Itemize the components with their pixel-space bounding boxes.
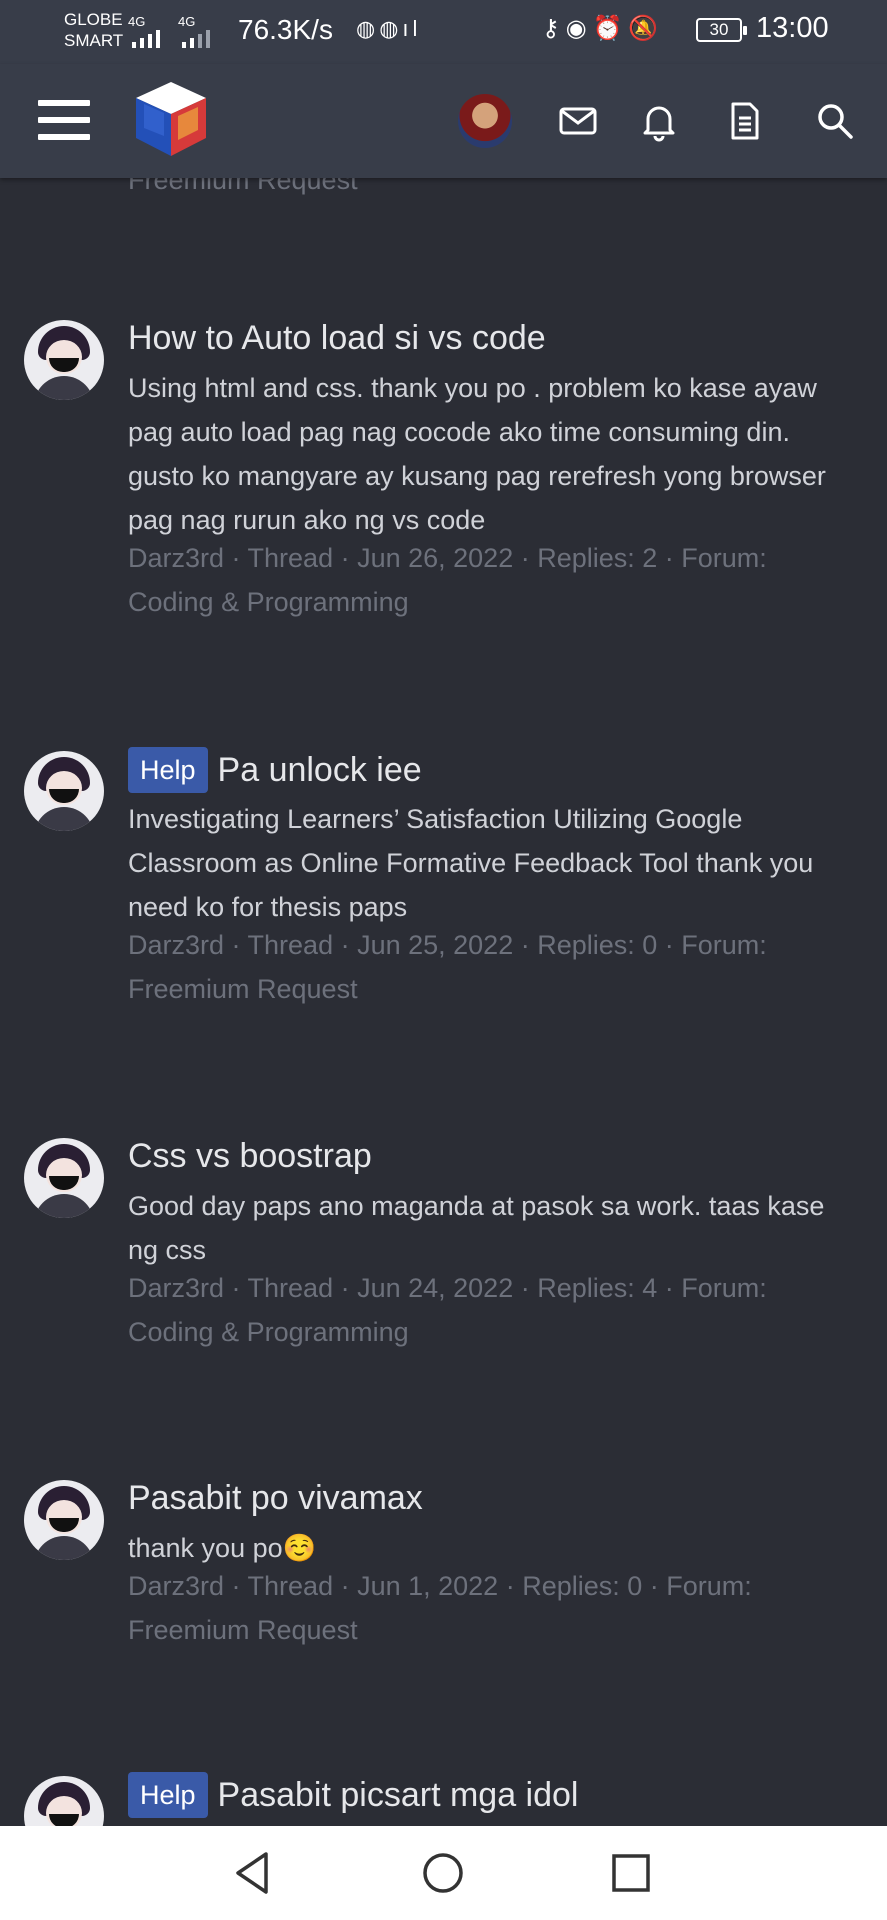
signal-bars-1-icon (132, 30, 160, 48)
system-icons: ⚷◉⏰🔕 (542, 14, 664, 43)
home-icon[interactable] (418, 1848, 468, 1898)
thread-list: Freemium Request How to Auto load si vs … (0, 178, 887, 1826)
search-icon[interactable] (812, 98, 858, 144)
alarm-icon: ⏰ (592, 15, 629, 42)
recents-icon[interactable] (606, 1848, 656, 1898)
mute-bell-icon: 🔕 (628, 15, 665, 42)
hamburger-icon[interactable] (38, 100, 90, 140)
thread-meta: Darz3rd · Thread · Jun 24, 2022 · Replie… (128, 1273, 767, 1347)
signal-2-label: 4G (178, 14, 196, 29)
thread-snippet[interactable]: Good day paps ano maganda at pasok sa wo… (128, 1184, 848, 1272)
chat-bubble-icon: ◍ (379, 16, 403, 41)
signal-1-label: 4G (128, 14, 146, 29)
signal-bars-2-icon (182, 30, 210, 48)
partial-thread-meta: Freemium Request (128, 178, 358, 195)
network-speed: 76.3K/s (238, 14, 333, 45)
thread-title[interactable]: Css vs boostrap (128, 1136, 372, 1176)
clock: 13:00 (756, 12, 829, 44)
thread-snippet[interactable]: Investigating Learners’ Satisfaction Uti… (128, 797, 848, 929)
chat-bubble-icon: ◍ (356, 16, 380, 41)
status-bar: GLOBE SMART 4G 4G 76.3K/s ◍◍ıl ⚷◉⏰🔕 30 1… (0, 0, 887, 64)
notification-icons: ◍◍ıl (356, 16, 421, 42)
wifi-signal-icon: ıl (402, 16, 422, 41)
avatar[interactable] (24, 1138, 104, 1218)
avatar[interactable] (24, 320, 104, 400)
app-header (0, 64, 887, 178)
avatar[interactable] (24, 1776, 104, 1826)
thread-snippet[interactable]: Using html and css. thank you po . probl… (128, 366, 848, 542)
eye-icon: ◉ (565, 15, 593, 42)
help-prefix-badge[interactable]: Help (128, 1772, 208, 1818)
cube-logo[interactable] (130, 78, 212, 160)
key-icon: ⚷ (542, 15, 566, 42)
avatar[interactable] (24, 751, 104, 831)
bell-icon[interactable] (636, 98, 682, 144)
back-icon[interactable] (228, 1848, 278, 1898)
system-nav-bar (0, 1826, 887, 1920)
user-avatar[interactable] (458, 94, 512, 148)
thread-title[interactable]: Help Pasabit picsart mga idol (128, 1772, 578, 1820)
thread-title[interactable]: Help Pa unlock iee (128, 747, 422, 795)
thread-title[interactable]: Pasabit po vivamax (128, 1478, 423, 1518)
document-icon[interactable] (722, 98, 768, 144)
carrier-label: GLOBE SMART (64, 10, 124, 50)
help-prefix-badge[interactable]: Help (128, 747, 208, 793)
thread-title[interactable]: How to Auto load si vs code (128, 318, 546, 358)
battery-icon: 30 (696, 18, 747, 42)
envelope-icon[interactable] (555, 98, 601, 144)
thread-meta: Darz3rd · Thread · Jun 1, 2022 · Replies… (128, 1571, 752, 1645)
thread-meta: Darz3rd · Thread · Jun 26, 2022 · Replie… (128, 543, 767, 617)
avatar[interactable] (24, 1480, 104, 1560)
thread-meta: Darz3rd · Thread · Jun 25, 2022 · Replie… (128, 930, 767, 1004)
